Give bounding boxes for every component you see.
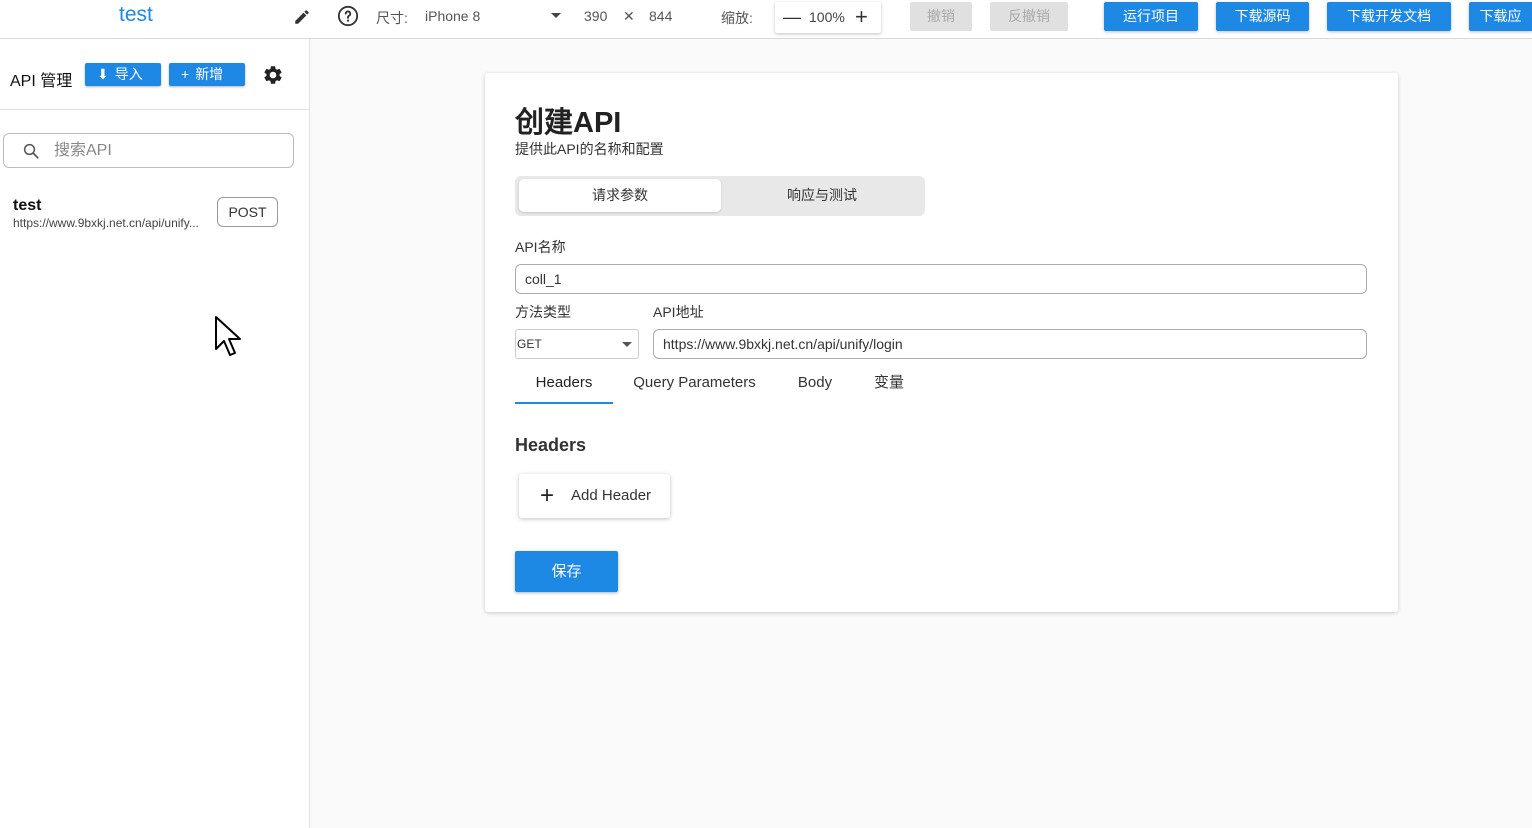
sidebar-title: API 管理 <box>10 73 73 90</box>
download-docs-button[interactable]: 下载开发文档 <box>1327 2 1451 31</box>
width-input[interactable]: 390 <box>584 8 607 24</box>
add-api-button[interactable]: + 新增 <box>169 63 245 86</box>
size-label: 尺寸: <box>376 10 408 26</box>
project-title: test <box>119 3 153 26</box>
page-subtitle: 提供此API的名称和配置 <box>515 141 664 157</box>
gear-icon[interactable] <box>262 64 284 86</box>
undo-button[interactable]: 撤销 <box>910 2 972 31</box>
edit-icon[interactable] <box>293 8 311 26</box>
method-label: 方法类型 <box>515 304 571 320</box>
height-input[interactable]: 844 <box>649 8 672 24</box>
tab-response-test[interactable]: 响应与测试 <box>721 179 923 212</box>
download-source-button[interactable]: 下载源码 <box>1216 2 1309 31</box>
sidebar: API 管理 ⬇ 导入 + 新增 test https://www.9bxkj.ne… <box>0 39 310 828</box>
device-select[interactable]: iPhone 8 <box>425 8 480 24</box>
section-title: Headers <box>515 435 587 455</box>
import-label: 导入 <box>114 66 143 82</box>
api-name-field[interactable] <box>515 264 1367 294</box>
times-icon: ✕ <box>623 8 635 24</box>
api-list-item[interactable]: test https://www.9bxkj.net.cn/api/unify.… <box>0 191 309 241</box>
page-title: 创建API <box>515 107 622 139</box>
sidebar-header: API 管理 ⬇ 导入 + 新增 <box>0 39 309 110</box>
tab-variables[interactable]: 变量 <box>860 366 918 404</box>
import-button[interactable]: ⬇ 导入 <box>85 63 161 86</box>
tab-request-params[interactable]: 请求参数 <box>519 179 721 212</box>
help-icon[interactable] <box>337 5 359 27</box>
api-url-label: API地址 <box>653 304 704 320</box>
redo-button[interactable]: 反撤销 <box>990 2 1068 31</box>
method-select[interactable]: GET <box>515 329 639 359</box>
download-icon: ⬇ <box>97 66 109 82</box>
method-select-value: GET <box>517 337 542 351</box>
minus-icon[interactable]: — <box>783 7 801 28</box>
search-icon <box>23 143 39 159</box>
search-input[interactable] <box>54 140 284 162</box>
zoom-label: 缩放: <box>721 10 753 26</box>
zoom-control: — 100% + <box>775 2 881 33</box>
search-box <box>3 133 294 168</box>
save-button[interactable]: 保存 <box>515 551 618 592</box>
download-app-button[interactable]: 下载应 <box>1469 2 1532 31</box>
chevron-down-icon[interactable] <box>551 13 561 18</box>
plus-icon[interactable]: + <box>855 4 868 30</box>
api-name-label: API名称 <box>515 239 566 255</box>
api-item-name: test <box>13 197 42 214</box>
segmented-tabs: 请求参数 响应与测试 <box>515 176 925 216</box>
zoom-value: 100% <box>809 9 845 25</box>
method-badge: POST <box>217 197 278 227</box>
api-url-field[interactable] <box>653 329 1367 359</box>
top-toolbar: test 尺寸: iPhone 8 390 ✕ 844 缩放: — 100% +… <box>0 0 1532 39</box>
add-header-button[interactable]: + Add Header <box>519 474 670 518</box>
create-api-card: 创建API 提供此API的名称和配置 请求参数 响应与测试 API名称 方法类型… <box>485 73 1398 612</box>
cursor-icon <box>215 316 241 356</box>
add-header-label: Add Header <box>571 487 652 504</box>
tab-query-parameters[interactable]: Query Parameters <box>623 366 766 404</box>
plus-icon: + <box>181 66 190 82</box>
run-project-button[interactable]: 运行项目 <box>1104 2 1198 31</box>
tab-body[interactable]: Body <box>786 366 844 404</box>
request-tabs: Headers Query Parameters Body 变量 <box>515 366 935 404</box>
plus-icon: + <box>540 482 555 509</box>
add-label: 新增 <box>195 66 224 82</box>
api-item-url: https://www.9bxkj.net.cn/api/unify... <box>13 216 199 230</box>
chevron-down-icon <box>622 342 632 347</box>
tab-headers[interactable]: Headers <box>515 366 613 404</box>
